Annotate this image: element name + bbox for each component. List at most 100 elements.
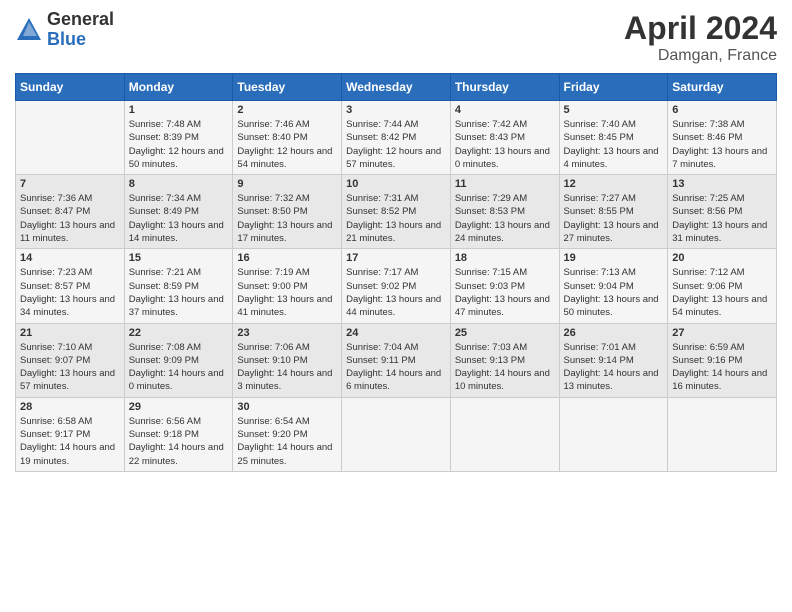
day-cell: 24 Sunrise: 7:04 AMSunset: 9:11 PMDayligh…	[342, 323, 451, 397]
day-cell: 5 Sunrise: 7:40 AMSunset: 8:45 PMDaylight…	[559, 101, 668, 175]
day-number: 16	[237, 252, 337, 264]
day-number: 30	[237, 401, 337, 413]
day-cell: 15 Sunrise: 7:21 AMSunset: 8:59 PMDayligh…	[124, 249, 233, 323]
week-row-2: 7 Sunrise: 7:36 AMSunset: 8:47 PMDaylight…	[16, 175, 777, 249]
day-cell: 11Sunrise: 7:29 AMSunset: 8:53 PMDayligh…	[450, 175, 559, 249]
column-header-friday: Friday	[559, 74, 668, 101]
day-number: 28	[20, 401, 120, 413]
day-number: 13	[672, 178, 772, 190]
day-info: Sunrise: 6:59 AMSunset: 9:16 PMDaylight:…	[672, 341, 772, 394]
day-number: 25	[455, 327, 555, 339]
week-row-3: 14 Sunrise: 7:23 AMSunset: 8:57 PMDayligh…	[16, 249, 777, 323]
page-header: General Blue April 2024 Damgan, France	[15, 10, 777, 65]
day-info: Sunrise: 7:40 AMSunset: 8:45 PMDaylight:…	[564, 118, 664, 171]
day-info: Sunrise: 7:42 AMSunset: 8:43 PMDaylight:…	[455, 118, 555, 171]
day-cell: 6Sunrise: 7:38 AMSunset: 8:46 PMDaylight…	[668, 101, 777, 175]
day-info: Sunrise: 7:21 AMSunset: 8:59 PMDaylight:…	[129, 266, 229, 319]
day-cell	[16, 101, 125, 175]
day-info: Sunrise: 7:48 AMSunset: 8:39 PMDaylight:…	[129, 118, 229, 171]
day-number: 18	[455, 252, 555, 264]
day-cell	[559, 397, 668, 471]
day-cell: 18 Sunrise: 7:15 AMSunset: 9:03 PMDayligh…	[450, 249, 559, 323]
column-header-monday: Monday	[124, 74, 233, 101]
day-cell: 2Sunrise: 7:46 AMSunset: 8:40 PMDaylight…	[233, 101, 342, 175]
day-cell: 29Sunrise: 6:56 AMSunset: 9:18 PMDayligh…	[124, 397, 233, 471]
day-info: Sunrise: 7:25 AMSunset: 8:56 PMDaylight:…	[672, 192, 772, 245]
day-number: 10	[346, 178, 446, 190]
day-number: 12	[564, 178, 664, 190]
day-cell: 9 Sunrise: 7:32 AMSunset: 8:50 PMDaylight…	[233, 175, 342, 249]
day-cell	[450, 397, 559, 471]
column-header-sunday: Sunday	[16, 74, 125, 101]
day-number: 1	[129, 104, 229, 116]
day-info: Sunrise: 7:03 AMSunset: 9:13 PMDaylight:…	[455, 341, 555, 394]
day-number: 8	[129, 178, 229, 190]
day-info: Sunrise: 7:12 AMSunset: 9:06 PMDaylight:…	[672, 266, 772, 319]
week-row-4: 21 Sunrise: 7:10 AMSunset: 9:07 PMDayligh…	[16, 323, 777, 397]
day-cell: 30 Sunrise: 6:54 AMSunset: 9:20 PMDayligh…	[233, 397, 342, 471]
day-info: Sunrise: 7:10 AMSunset: 9:07 PMDaylight:…	[20, 341, 120, 394]
day-number: 21	[20, 327, 120, 339]
day-cell	[668, 397, 777, 471]
day-info: Sunrise: 7:27 AMSunset: 8:55 PMDaylight:…	[564, 192, 664, 245]
week-row-5: 28 Sunrise: 6:58 AMSunset: 9:17 PMDayligh…	[16, 397, 777, 471]
day-number: 29	[129, 401, 229, 413]
day-number: 4	[455, 104, 555, 116]
day-number: 11	[455, 178, 555, 190]
day-cell: 3 Sunrise: 7:44 AMSunset: 8:42 PMDaylight…	[342, 101, 451, 175]
day-cell	[342, 397, 451, 471]
logo: General Blue	[15, 10, 114, 50]
column-header-saturday: Saturday	[668, 74, 777, 101]
day-number: 3	[346, 104, 446, 116]
day-cell: 20Sunrise: 7:12 AMSunset: 9:06 PMDayligh…	[668, 249, 777, 323]
day-info: Sunrise: 7:04 AMSunset: 9:11 PMDaylight:…	[346, 341, 446, 394]
day-number: 9	[237, 178, 337, 190]
day-cell: 27 Sunrise: 6:59 AMSunset: 9:16 PMDayligh…	[668, 323, 777, 397]
day-number: 5	[564, 104, 664, 116]
day-info: Sunrise: 7:23 AMSunset: 8:57 PMDaylight:…	[20, 266, 120, 319]
day-info: Sunrise: 7:44 AMSunset: 8:42 PMDaylight:…	[346, 118, 446, 171]
calendar-body: 1 Sunrise: 7:48 AMSunset: 8:39 PMDaylight…	[16, 101, 777, 472]
day-info: Sunrise: 7:34 AMSunset: 8:49 PMDaylight:…	[129, 192, 229, 245]
day-number: 24	[346, 327, 446, 339]
day-number: 15	[129, 252, 229, 264]
day-cell: 7 Sunrise: 7:36 AMSunset: 8:47 PMDaylight…	[16, 175, 125, 249]
day-info: Sunrise: 7:13 AMSunset: 9:04 PMDaylight:…	[564, 266, 664, 319]
day-number: 23	[237, 327, 337, 339]
day-info: Sunrise: 7:32 AMSunset: 8:50 PMDaylight:…	[237, 192, 337, 245]
column-header-tuesday: Tuesday	[233, 74, 342, 101]
day-number: 27	[672, 327, 772, 339]
day-number: 14	[20, 252, 120, 264]
day-cell: 13 Sunrise: 7:25 AMSunset: 8:56 PMDayligh…	[668, 175, 777, 249]
day-number: 7	[20, 178, 120, 190]
day-number: 26	[564, 327, 664, 339]
day-cell: 21 Sunrise: 7:10 AMSunset: 9:07 PMDayligh…	[16, 323, 125, 397]
calendar-table: SundayMondayTuesdayWednesdayThursdayFrid…	[15, 73, 777, 472]
day-info: Sunrise: 6:58 AMSunset: 9:17 PMDaylight:…	[20, 415, 120, 468]
day-info: Sunrise: 7:01 AMSunset: 9:14 PMDaylight:…	[564, 341, 664, 394]
day-number: 6	[672, 104, 772, 116]
day-number: 19	[564, 252, 664, 264]
column-header-wednesday: Wednesday	[342, 74, 451, 101]
day-info: Sunrise: 7:36 AMSunset: 8:47 PMDaylight:…	[20, 192, 120, 245]
day-number: 17	[346, 252, 446, 264]
day-cell: 23Sunrise: 7:06 AMSunset: 9:10 PMDayligh…	[233, 323, 342, 397]
day-cell: 12 Sunrise: 7:27 AMSunset: 8:55 PMDayligh…	[559, 175, 668, 249]
day-info: Sunrise: 7:19 AMSunset: 9:00 PMDaylight:…	[237, 266, 337, 319]
logo-general-text: General	[47, 10, 114, 30]
day-cell: 1 Sunrise: 7:48 AMSunset: 8:39 PMDaylight…	[124, 101, 233, 175]
day-cell: 25 Sunrise: 7:03 AMSunset: 9:13 PMDayligh…	[450, 323, 559, 397]
day-cell: 4 Sunrise: 7:42 AMSunset: 8:43 PMDaylight…	[450, 101, 559, 175]
day-cell: 19 Sunrise: 7:13 AMSunset: 9:04 PMDayligh…	[559, 249, 668, 323]
column-header-thursday: Thursday	[450, 74, 559, 101]
day-cell: 22Sunrise: 7:08 AMSunset: 9:09 PMDayligh…	[124, 323, 233, 397]
day-info: Sunrise: 7:17 AMSunset: 9:02 PMDaylight:…	[346, 266, 446, 319]
day-cell: 16 Sunrise: 7:19 AMSunset: 9:00 PMDayligh…	[233, 249, 342, 323]
day-cell: 17 Sunrise: 7:17 AMSunset: 9:02 PMDayligh…	[342, 249, 451, 323]
day-cell: 10Sunrise: 7:31 AMSunset: 8:52 PMDayligh…	[342, 175, 451, 249]
day-info: Sunrise: 6:54 AMSunset: 9:20 PMDaylight:…	[237, 415, 337, 468]
day-number: 2	[237, 104, 337, 116]
calendar-header-row: SundayMondayTuesdayWednesdayThursdayFrid…	[16, 74, 777, 101]
day-info: Sunrise: 7:15 AMSunset: 9:03 PMDaylight:…	[455, 266, 555, 319]
month-title: April 2024	[624, 10, 777, 47]
